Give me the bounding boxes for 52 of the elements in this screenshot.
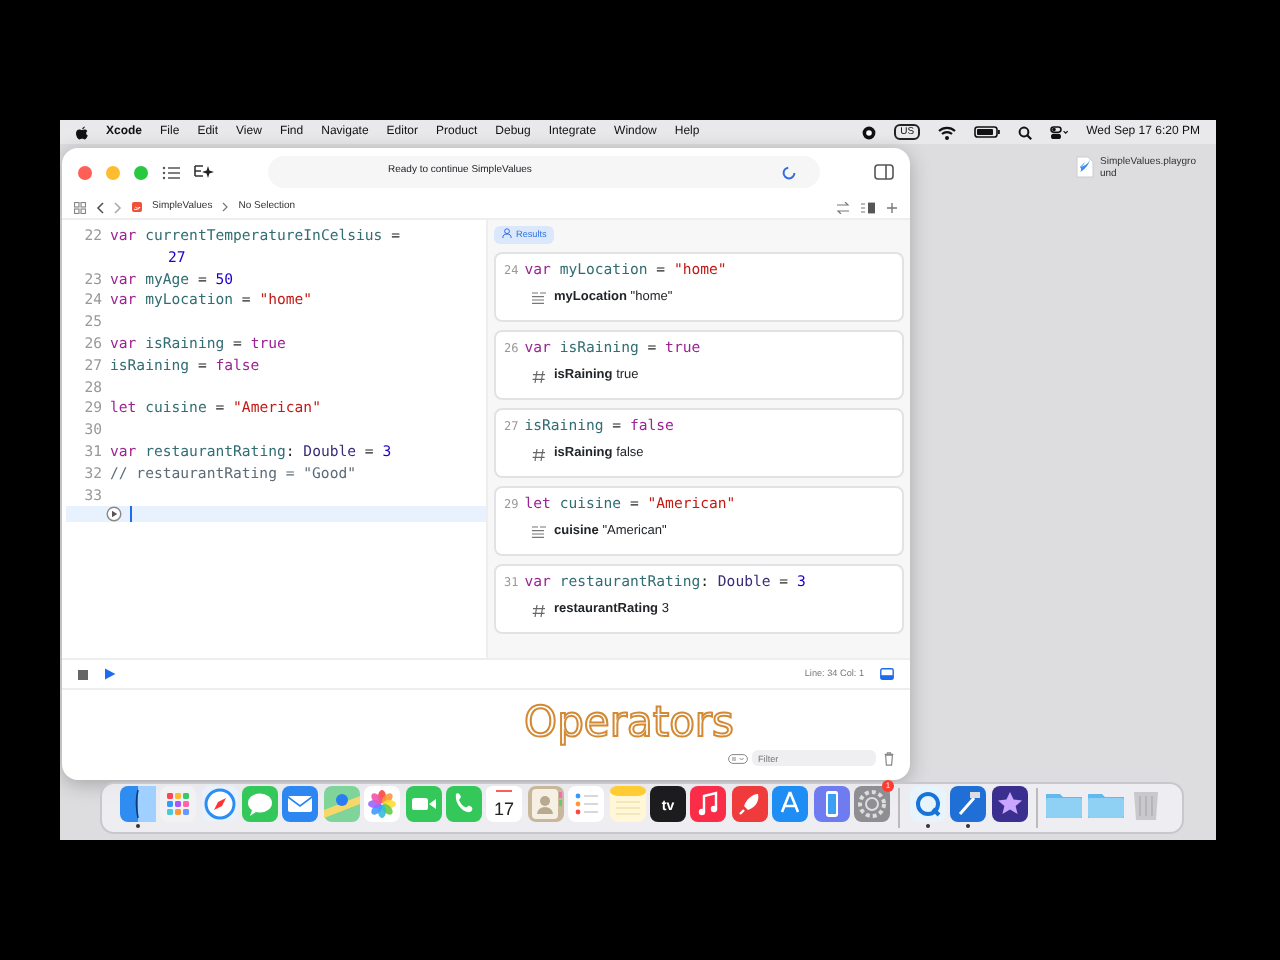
filter-options-icon[interactable]	[728, 753, 748, 763]
run-line-button[interactable]	[106, 506, 122, 523]
apple-icon[interactable]	[76, 125, 88, 139]
hammer-icon[interactable]	[950, 786, 987, 822]
grid-icon[interactable]	[74, 201, 86, 213]
forward-icon[interactable]	[114, 201, 122, 213]
trash-icon[interactable]	[884, 751, 894, 765]
stop-button[interactable]	[78, 669, 88, 679]
spinner-icon	[782, 165, 796, 179]
playground-file-icon[interactable]	[1076, 156, 1094, 178]
close-button[interactable]	[78, 165, 92, 179]
checklist-icon[interactable]	[568, 786, 605, 822]
video-caption: Operators	[524, 702, 734, 744]
search-icon[interactable]	[1018, 125, 1033, 139]
flower-icon[interactable]	[364, 786, 401, 822]
hash-icon	[532, 369, 546, 384]
play-button[interactable]	[104, 668, 116, 680]
hash-icon	[532, 603, 546, 618]
hash-icon	[532, 447, 546, 462]
gear-icon[interactable]	[853, 786, 890, 822]
chevron-icon	[222, 202, 229, 212]
text-lines-icon	[532, 526, 546, 539]
back-icon[interactable]	[96, 201, 104, 213]
record-icon[interactable]	[862, 125, 877, 139]
app-store-icon[interactable]	[772, 786, 809, 822]
debug-area-icon[interactable]	[880, 668, 894, 680]
navigator-icon[interactable]	[162, 165, 180, 179]
swap-arrows-icon[interactable]	[836, 201, 850, 213]
inspector-icon[interactable]	[874, 164, 894, 180]
envelope-icon[interactable]	[282, 786, 319, 822]
chat-bubble-icon[interactable]	[242, 786, 279, 822]
contact-card-icon[interactable]	[527, 786, 564, 822]
swift-file-icon	[132, 202, 142, 212]
editor-layout-icon[interactable]	[860, 201, 876, 213]
smartphone-icon[interactable]	[813, 786, 850, 822]
battery-icon[interactable]	[974, 126, 1001, 138]
map-icon[interactable]	[323, 786, 360, 822]
video-camera-icon[interactable]	[405, 786, 442, 822]
magnifier-q-icon[interactable]	[909, 786, 946, 822]
text-cursor	[130, 506, 132, 523]
compass-icon[interactable]	[201, 786, 238, 822]
music-note-icon[interactable]	[690, 786, 727, 822]
sparkle-icon[interactable]	[194, 164, 214, 180]
calendar-icon[interactable]: 17	[486, 786, 523, 822]
wifi-icon[interactable]	[938, 125, 957, 139]
control-center-icon[interactable]	[1050, 125, 1069, 139]
person-icon	[502, 228, 512, 238]
text-lines-icon	[532, 292, 546, 305]
two-tone-square-icon[interactable]	[119, 786, 156, 822]
zoom-button[interactable]	[134, 165, 148, 179]
phone-icon[interactable]	[446, 786, 483, 822]
add-icon[interactable]	[886, 201, 898, 213]
